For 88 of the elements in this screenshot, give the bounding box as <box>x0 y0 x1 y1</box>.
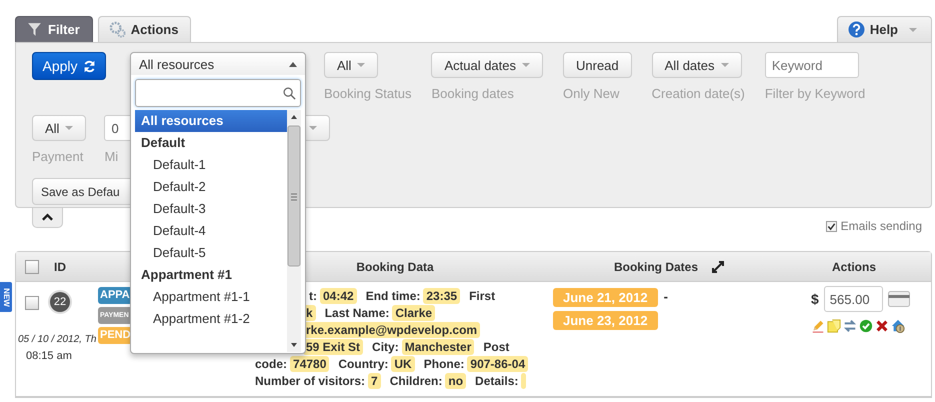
new-ribbon: NEW <box>0 282 12 312</box>
date-badge: June 21, 2012 <box>553 288 658 307</box>
currency-symbol: $ <box>811 291 819 307</box>
date-separator: - <box>664 289 668 304</box>
help-tab[interactable]: Help <box>836 16 932 42</box>
field-value: UK <box>391 356 415 372</box>
search-icon <box>283 86 296 100</box>
caret-icon <box>289 62 297 66</box>
field-value: 23:35 <box>423 288 460 304</box>
checkbox-label: Emails sending <box>840 219 922 233</box>
filter-label: Booking Status <box>324 86 412 101</box>
field-value: 7 <box>368 372 381 388</box>
expand-icon[interactable] <box>712 260 724 272</box>
toggle-button[interactable]: Unread <box>563 52 632 78</box>
field-label: code: <box>255 356 288 370</box>
field-value: 907-86-04 <box>467 356 528 372</box>
select-box[interactable]: All dates <box>652 52 742 78</box>
caret-icon <box>522 63 530 67</box>
column-header: Booking Data <box>356 260 434 274</box>
filter-label: Only New <box>563 86 620 101</box>
resource-select[interactable]: All resources <box>131 53 305 75</box>
select-box[interactable]: All <box>324 52 378 78</box>
funnel-icon <box>26 21 43 38</box>
filter-label: Filter by Keyword <box>764 86 866 101</box>
field-value: 04:42 <box>320 288 357 304</box>
filter-label: Creation date(s) <box>652 86 745 101</box>
collapse-button[interactable] <box>32 207 63 228</box>
field-value: 59 Exit St <box>303 338 364 354</box>
field-value: no <box>445 372 466 388</box>
option-group-label: Default <box>140 134 186 152</box>
keyword-field[interactable]: Keyword <box>764 52 859 78</box>
caret-icon <box>357 63 366 67</box>
field-label: First <box>469 288 496 302</box>
filter-label: Payment <box>32 149 84 164</box>
field-value: Manchester <box>402 338 474 354</box>
note-icon[interactable] <box>827 319 841 333</box>
dropdown-option[interactable]: Default-5 <box>135 242 287 264</box>
cost-field[interactable]: 565.00 <box>824 286 883 312</box>
field-value: rke.example@wpdevelop.com <box>303 322 480 338</box>
pencil-icon[interactable] <box>811 319 825 333</box>
dropdown-option[interactable]: All resources <box>135 110 287 132</box>
date-badge: June 23, 2012 <box>553 311 658 330</box>
gears-icon <box>108 21 126 38</box>
filter-label: Mi <box>104 149 120 164</box>
close-icon[interactable] <box>875 319 889 333</box>
field-label: Country: <box>338 356 388 370</box>
caret-icon <box>309 126 318 130</box>
checkbox[interactable] <box>826 220 837 232</box>
field-value: Clarke <box>392 304 436 320</box>
field-label: Last Name: <box>324 306 390 320</box>
option-group-label: Appartment #1 <box>140 266 234 284</box>
credit-card-icon[interactable] <box>888 291 910 307</box>
created-time: 08:15 am <box>26 350 73 362</box>
field-label: End time: <box>366 288 420 302</box>
created-date: 05 / 10 / 2012, Th <box>18 334 98 345</box>
field-label: Post <box>483 340 510 354</box>
field-label: t: <box>309 288 317 302</box>
checkbox[interactable] <box>25 260 39 274</box>
id-badge: 22 <box>50 292 70 312</box>
refresh-icon <box>82 60 96 72</box>
field-label: Details: <box>475 374 518 388</box>
chevron-up-icon <box>42 213 53 221</box>
filter-tab[interactable]: Actions <box>98 16 192 42</box>
search-field[interactable] <box>135 79 301 107</box>
filter-tab[interactable]: Filter <box>15 16 93 42</box>
scrollbar[interactable] <box>287 110 301 352</box>
field-label: Number of visitors: <box>255 374 366 388</box>
select-box[interactable]: Actual dates <box>431 52 543 78</box>
filter-label: Booking dates <box>431 86 515 101</box>
column-header: ID <box>54 260 66 274</box>
field-label: Children: <box>390 374 442 388</box>
field-label: City: <box>372 340 399 354</box>
field-value: 74780 <box>290 356 330 372</box>
swap-arrows-icon[interactable] <box>843 319 857 333</box>
caret-icon <box>720 63 729 67</box>
column-header: Actions <box>832 260 876 274</box>
field-label: Phone: <box>424 356 464 370</box>
help-icon <box>848 21 865 38</box>
caret-icon <box>65 126 74 130</box>
check-circle-icon[interactable] <box>859 319 873 333</box>
dropdown-option[interactable]: Default-1 <box>135 154 287 176</box>
caret-icon <box>909 28 917 32</box>
checkbox[interactable] <box>25 296 39 310</box>
apply-button[interactable]: Apply <box>32 52 106 80</box>
dropdown-option[interactable]: Default-4 <box>135 220 287 242</box>
house-coin-icon[interactable] <box>891 319 905 333</box>
select-box[interactable]: All <box>32 115 86 141</box>
column-header: Booking Dates <box>614 260 698 274</box>
